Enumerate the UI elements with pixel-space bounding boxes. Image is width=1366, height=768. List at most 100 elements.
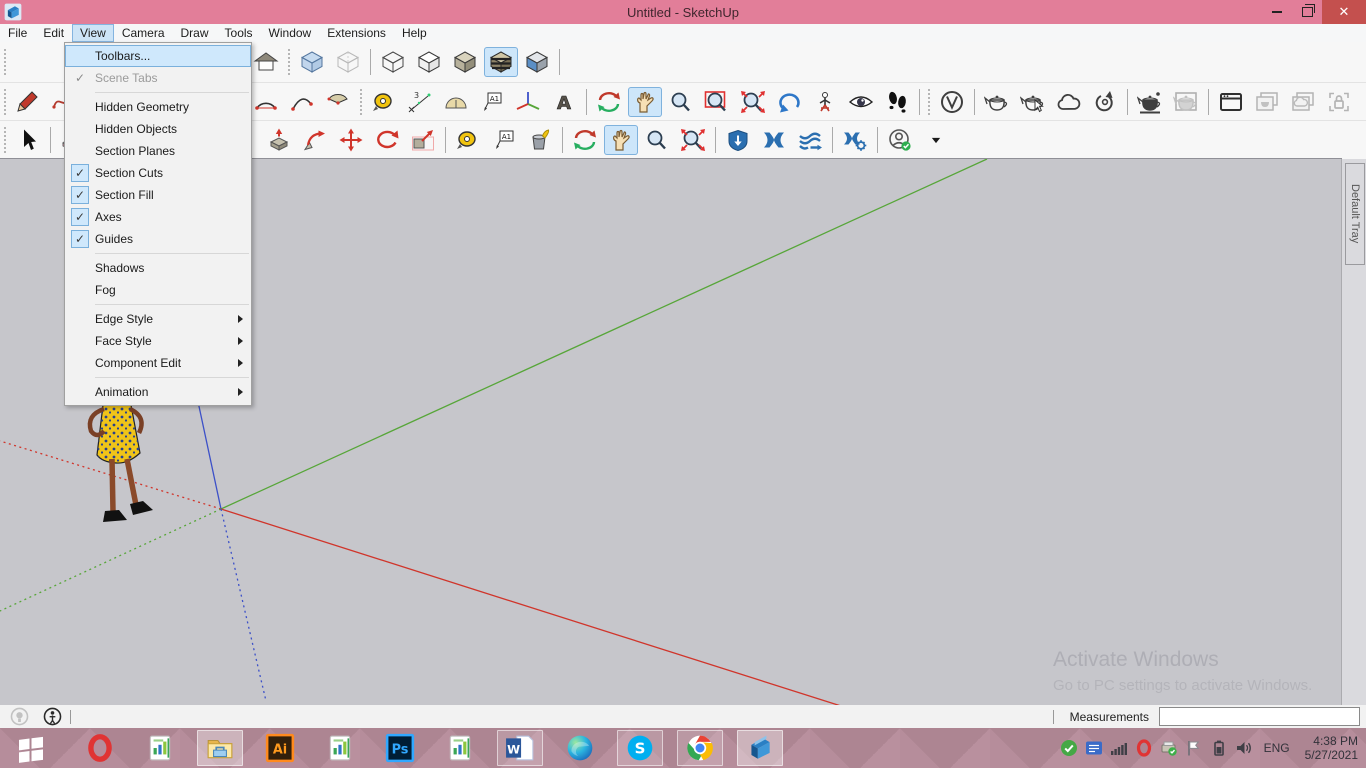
tray-network-icon[interactable] xyxy=(1110,739,1128,757)
toolbar-drag-handle[interactable] xyxy=(3,127,7,153)
style-monochrome-tool-button[interactable] xyxy=(520,47,554,77)
language-indicator[interactable]: ENG xyxy=(1264,741,1290,755)
vray-interactive-tool-button[interactable] xyxy=(1016,87,1050,117)
taskbar-clock[interactable]: 4:38 PM 5/27/2021 xyxy=(1305,734,1358,762)
account-caret-tool-button[interactable] xyxy=(919,125,953,155)
menu-camera[interactable]: Camera xyxy=(114,24,173,42)
view-menu-item-section-planes[interactable]: Section Planes xyxy=(65,140,251,162)
menu-tools[interactable]: Tools xyxy=(217,24,261,42)
menu-extensions[interactable]: Extensions xyxy=(319,24,394,42)
sketchup-taskbar-button[interactable] xyxy=(737,730,783,766)
measurements-input[interactable] xyxy=(1159,707,1360,726)
instructor-icon[interactable] xyxy=(43,707,62,726)
style-wireframe-tool-button[interactable] xyxy=(376,47,410,77)
flex-settings-tool-button[interactable] xyxy=(838,125,872,155)
geolocation-hint-icon[interactable] xyxy=(10,707,29,726)
tray-ime-icon[interactable] xyxy=(1085,739,1103,757)
close-button[interactable]: ✕ xyxy=(1322,0,1366,24)
text-tool-button[interactable]: A1 xyxy=(475,87,509,117)
menu-edit[interactable]: Edit xyxy=(35,24,72,42)
asset-editor-tool-button[interactable] xyxy=(1214,87,1248,117)
rotate-tool-button[interactable] xyxy=(370,125,404,155)
scale-tool-button[interactable] xyxy=(406,125,440,155)
orbit-tool-button[interactable] xyxy=(592,87,626,117)
zoom-window-tool-button[interactable] xyxy=(700,87,734,117)
protractor-tool-button[interactable] xyxy=(439,87,473,117)
style-hidden-line-tool-button[interactable] xyxy=(412,47,446,77)
style-xray-tool-button[interactable] xyxy=(295,47,329,77)
3d-text-tool-button[interactable]: A xyxy=(547,87,581,117)
toolbar-drag-handle[interactable] xyxy=(287,49,291,75)
word-taskbar-button[interactable]: W xyxy=(497,730,543,766)
illustrator-taskbar-button[interactable]: Ai xyxy=(257,730,303,766)
toolbar-drag-handle[interactable] xyxy=(927,89,931,115)
report-doc-taskbar-button[interactable] xyxy=(137,730,183,766)
toolbar-drag-handle[interactable] xyxy=(3,49,7,75)
tray-flag-icon[interactable] xyxy=(1185,739,1203,757)
view-menu-item-guides[interactable]: ✓Guides xyxy=(65,228,251,250)
house-tool-button[interactable] xyxy=(249,47,283,77)
position-camera-tool-button[interactable] xyxy=(808,87,842,117)
zoom-tool-button[interactable] xyxy=(640,125,674,155)
layers-export-tool-button[interactable] xyxy=(793,125,827,155)
default-tray-tab[interactable]: Default Tray xyxy=(1345,163,1365,265)
cloud-sync-tool-button[interactable] xyxy=(1088,87,1122,117)
menu-help[interactable]: Help xyxy=(394,24,435,42)
move-tool-button[interactable] xyxy=(334,125,368,155)
select-tool-button[interactable] xyxy=(11,125,45,155)
style-shaded-tool-button[interactable] xyxy=(448,47,482,77)
pie-tool-button[interactable] xyxy=(321,87,355,117)
vray-teapot-tool-button[interactable] xyxy=(980,87,1014,117)
arc-2pt-tool-button[interactable] xyxy=(249,87,283,117)
zoom-extents-tool-button[interactable] xyxy=(736,87,770,117)
view-menu-item-face-style[interactable]: Face Style xyxy=(65,330,251,352)
menu-file[interactable]: File xyxy=(0,24,35,42)
menu-view[interactable]: View xyxy=(72,24,114,42)
menu-draw[interactable]: Draw xyxy=(173,24,217,42)
walk-tool-button[interactable] xyxy=(880,87,914,117)
axes-tool-button[interactable] xyxy=(511,87,545,117)
report-doc-taskbar-button[interactable] xyxy=(317,730,363,766)
view-menu-item-edge-style[interactable]: Edge Style xyxy=(65,308,251,330)
tray-print-check-icon[interactable] xyxy=(1160,739,1178,757)
toolbar-drag-handle[interactable] xyxy=(359,89,363,115)
push-pull-tool-button[interactable] xyxy=(262,125,296,155)
tape-measure-tool-button[interactable] xyxy=(367,87,401,117)
opera-taskbar-button[interactable] xyxy=(77,730,123,766)
tray-battery-icon[interactable] xyxy=(1210,739,1228,757)
style-shaded-textures-tool-button[interactable] xyxy=(484,47,518,77)
text-tool-button[interactable]: A1 xyxy=(487,125,521,155)
vray-tool-button[interactable] xyxy=(935,87,969,117)
edge-taskbar-button[interactable] xyxy=(557,730,603,766)
view-menu-item-fog[interactable]: Fog xyxy=(65,279,251,301)
chrome-taskbar-button[interactable] xyxy=(677,730,723,766)
start-button[interactable] xyxy=(2,730,60,766)
account-tool-button[interactable] xyxy=(883,125,917,155)
view-menu-item-animation[interactable]: Animation xyxy=(65,381,251,403)
orbit-tool-button[interactable] xyxy=(568,125,602,155)
view-menu-item-shadows[interactable]: Shadows xyxy=(65,257,251,279)
file-explorer-taskbar-button[interactable] xyxy=(197,730,243,766)
zoom-tool-button[interactable] xyxy=(664,87,698,117)
flex-tool-button[interactable] xyxy=(757,125,791,155)
minimize-button[interactable] xyxy=(1262,0,1292,24)
menu-window[interactable]: Window xyxy=(261,24,320,42)
tray-check-icon[interactable] xyxy=(1060,739,1078,757)
follow-me-tool-button[interactable] xyxy=(298,125,332,155)
look-around-tool-button[interactable] xyxy=(844,87,878,117)
tray-volume-icon[interactable] xyxy=(1235,739,1253,757)
tray-opera-icon[interactable] xyxy=(1135,739,1153,757)
dimension-tool-button[interactable]: 3 xyxy=(403,87,437,117)
toolbar-drag-handle[interactable] xyxy=(3,89,7,115)
view-menu-item-component-edit[interactable]: Component Edit xyxy=(65,352,251,374)
view-menu-item-hidden-geometry[interactable]: Hidden Geometry xyxy=(65,96,251,118)
pan-tool-button[interactable] xyxy=(628,87,662,117)
skype-taskbar-button[interactable]: S xyxy=(617,730,663,766)
style-back-edges-tool-button[interactable] xyxy=(331,47,365,77)
view-menu-item-toolbars[interactable]: Toolbars... xyxy=(65,45,251,67)
pan-tool-button[interactable] xyxy=(604,125,638,155)
vray-render-tool-button[interactable] xyxy=(1133,87,1167,117)
report-doc-taskbar-button[interactable] xyxy=(437,730,483,766)
photoshop-taskbar-button[interactable]: Ps xyxy=(377,730,423,766)
view-menu-item-section-fill[interactable]: ✓Section Fill xyxy=(65,184,251,206)
